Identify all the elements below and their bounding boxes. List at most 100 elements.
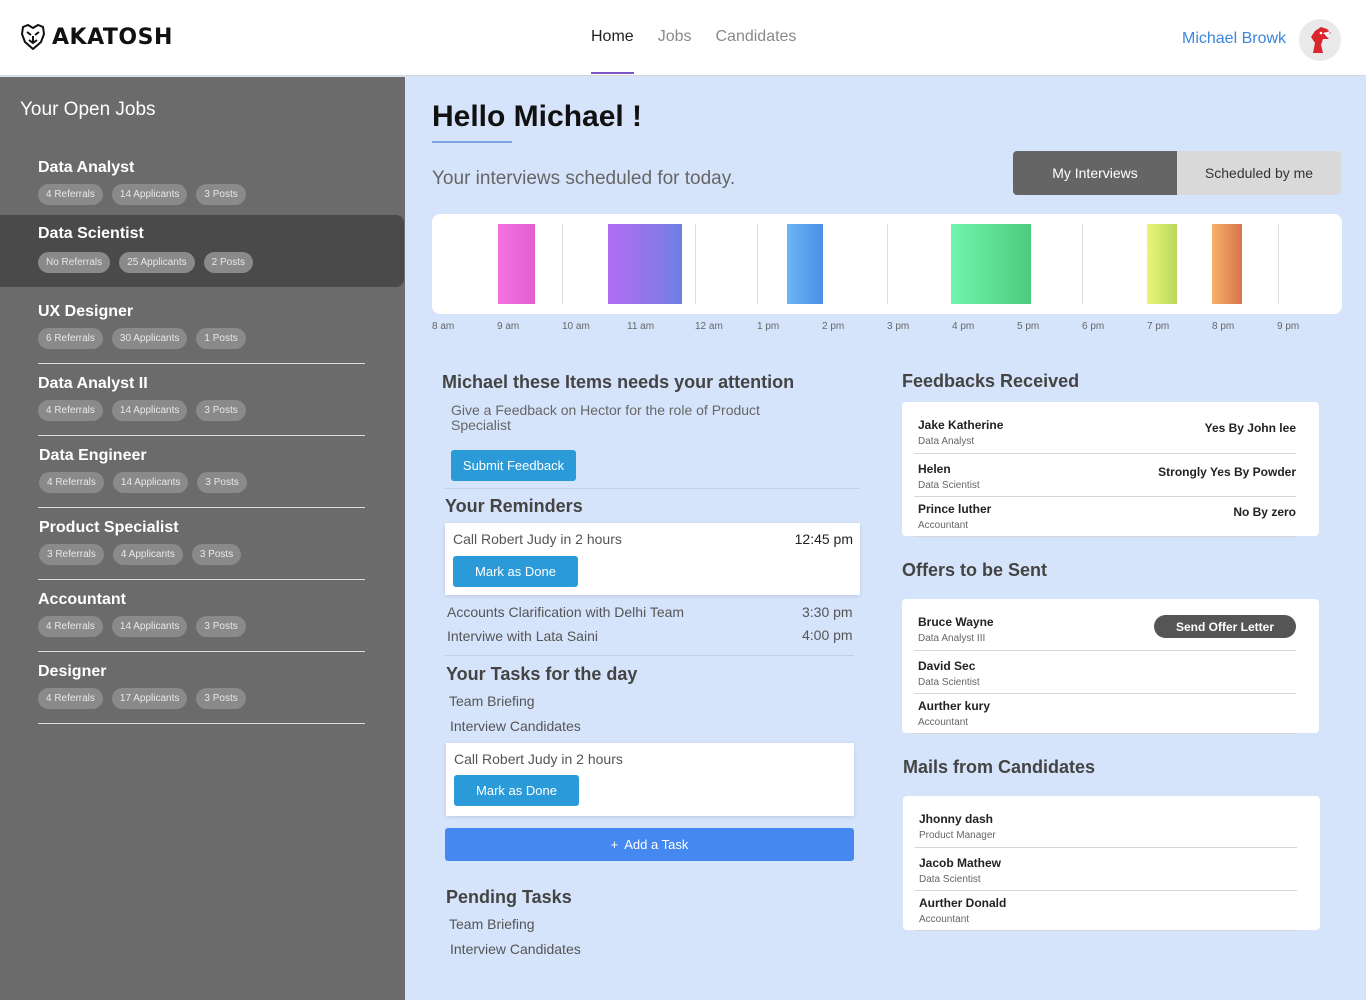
mark-as-done-button[interactable]: Mark as Done bbox=[454, 775, 579, 806]
applicants-badge[interactable]: 14 Applicants bbox=[112, 472, 189, 493]
referrals-badge[interactable]: 3 Referrals bbox=[39, 544, 104, 565]
posts-badge[interactable]: 3 Posts bbox=[191, 544, 242, 565]
scheduled-by-me-button[interactable]: Scheduled by me bbox=[1177, 151, 1341, 195]
candidate-name[interactable]: Jake Katherine bbox=[918, 418, 1003, 432]
referrals-badge[interactable]: 4 Referrals bbox=[38, 688, 103, 709]
job-item-data-engineer[interactable]: Data Engineer 4 Referrals 14 Applicants … bbox=[0, 436, 405, 508]
referrals-badge[interactable]: 4 Referrals bbox=[38, 400, 103, 421]
posts-badge[interactable]: 3 Posts bbox=[196, 184, 246, 205]
timeline-label: 6 pm bbox=[1082, 321, 1105, 332]
job-title: Product Specialist bbox=[39, 519, 179, 536]
send-offer-letter-button[interactable]: Send Offer Letter bbox=[1154, 615, 1296, 638]
task-item[interactable]: Team Briefing bbox=[449, 693, 535, 709]
pending-item[interactable]: Interview Candidates bbox=[450, 941, 581, 957]
job-item-accountant[interactable]: Accountant 4 Referrals 14 Applicants 3 P… bbox=[0, 580, 405, 652]
posts-badge[interactable]: 3 Posts bbox=[197, 472, 247, 493]
candidate-name[interactable]: Jhonny dash bbox=[919, 812, 993, 826]
job-item-ux-designer[interactable]: UX Designer 6 Referrals 30 Applicants 1 … bbox=[0, 292, 405, 364]
candidate-name[interactable]: Helen bbox=[918, 462, 951, 476]
attention-text: Give a Feedback on Hector for the role o… bbox=[451, 402, 760, 433]
feedbacks-title: Feedbacks Received bbox=[902, 371, 1080, 391]
referrals-badge[interactable]: No Referrals bbox=[38, 252, 111, 273]
applicants-badge[interactable]: 14 Applicants bbox=[111, 616, 188, 637]
interview-block[interactable] bbox=[1212, 224, 1242, 304]
offers-title: Offers to be Sent bbox=[902, 560, 1048, 580]
referrals-badge[interactable]: 4 Referrals bbox=[39, 472, 104, 493]
applicants-badge[interactable]: 25 Applicants bbox=[119, 252, 195, 273]
candidate-role: Data Scientist bbox=[918, 480, 980, 491]
task-item[interactable]: Interview Candidates bbox=[450, 718, 581, 734]
candidate-name[interactable]: David Sec bbox=[918, 659, 975, 673]
tiger-logo-icon bbox=[20, 24, 46, 50]
reminder-item[interactable]: Accounts Clarification with Delhi Team bbox=[447, 604, 684, 620]
posts-badge[interactable]: 3 Posts bbox=[196, 688, 246, 709]
mails-title: Mails from Candidates bbox=[903, 757, 1096, 777]
interview-block[interactable] bbox=[951, 224, 1031, 304]
timeline-label: 1 pm bbox=[757, 321, 780, 332]
applicants-badge[interactable]: 17 Applicants bbox=[111, 688, 188, 709]
plus-icon: + bbox=[610, 837, 619, 852]
applicants-badge[interactable]: 14 Applicants bbox=[111, 400, 188, 421]
reminders-title: Your Reminders bbox=[445, 496, 583, 516]
interview-block[interactable] bbox=[787, 224, 823, 304]
interview-block[interactable] bbox=[1147, 224, 1177, 304]
referrals-badge[interactable]: 4 Referrals bbox=[38, 184, 103, 205]
interview-block[interactable] bbox=[498, 224, 535, 304]
divider bbox=[914, 693, 1296, 694]
reminder-text: Call Robert Judy in 2 hours bbox=[453, 531, 622, 547]
brand-logo[interactable]: AKATOSH bbox=[20, 24, 173, 50]
pending-item[interactable]: Team Briefing bbox=[449, 916, 535, 932]
candidate-role: Data Analyst III bbox=[918, 633, 986, 644]
job-item-data-analyst-ii[interactable]: Data Analyst II 4 Referrals 14 Applicant… bbox=[0, 364, 405, 436]
job-item-designer[interactable]: Designer 4 Referrals 17 Applicants 3 Pos… bbox=[0, 652, 405, 724]
timeline-label: 3 pm bbox=[887, 321, 910, 332]
job-item-data-analyst[interactable]: Data Analyst 4 Referrals 14 Applicants 3… bbox=[0, 148, 405, 220]
timeline-label: 10 am bbox=[562, 321, 590, 332]
job-title: Data Analyst bbox=[38, 159, 135, 176]
open-jobs-sidebar: Your Open Jobs Data Analyst 4 Referrals … bbox=[0, 77, 405, 1000]
divider bbox=[915, 930, 1297, 931]
timeline-gridline bbox=[757, 224, 758, 304]
posts-badge[interactable]: 2 Posts bbox=[203, 252, 253, 273]
page-title: Hello Michael ! bbox=[432, 100, 643, 133]
timeline-label: 4 pm bbox=[952, 321, 975, 332]
timeline-gridline bbox=[887, 224, 888, 304]
timeline-label: 8 am bbox=[432, 321, 455, 332]
candidate-name[interactable]: Jacob Mathew bbox=[919, 856, 1001, 870]
timeline-label: 8 pm bbox=[1212, 321, 1235, 332]
mark-as-done-button[interactable]: Mark as Done bbox=[453, 556, 578, 587]
job-item-data-scientist[interactable]: Data Scientist No Referrals 25 Applicant… bbox=[0, 215, 404, 287]
candidate-role: Data Scientist bbox=[918, 677, 980, 688]
candidate-role: Accountant bbox=[918, 520, 969, 531]
candidate-name[interactable]: Aurther kury bbox=[918, 699, 990, 713]
posts-badge[interactable]: 3 Posts bbox=[196, 400, 246, 421]
divider bbox=[915, 890, 1297, 891]
reminder-item[interactable]: Interviwe with Lata Saini bbox=[447, 628, 598, 644]
avatar[interactable] bbox=[1299, 19, 1341, 61]
timeline-gridline bbox=[695, 224, 696, 304]
candidate-name[interactable]: Prince luther bbox=[918, 502, 991, 516]
nav-candidates[interactable]: Candidates bbox=[715, 0, 796, 74]
candidate-name[interactable]: Aurther Donald bbox=[919, 896, 1006, 910]
my-interviews-button[interactable]: My Interviews bbox=[1013, 151, 1177, 195]
add-task-button[interactable]: + Add a Task bbox=[445, 828, 854, 861]
applicants-badge[interactable]: 30 Applicants bbox=[111, 328, 188, 349]
posts-badge[interactable]: 3 Posts bbox=[196, 616, 246, 637]
job-title: Data Analyst II bbox=[38, 375, 148, 392]
divider bbox=[914, 733, 1296, 734]
job-item-product-specialist[interactable]: Product Specialist 3 Referrals 4 Applica… bbox=[0, 508, 405, 580]
candidate-name[interactable]: Bruce Wayne bbox=[918, 615, 994, 629]
add-task-label: Add a Task bbox=[624, 837, 689, 852]
referrals-badge[interactable]: 4 Referrals bbox=[38, 616, 103, 637]
applicants-badge[interactable]: 4 Applicants bbox=[112, 544, 183, 565]
divider bbox=[914, 496, 1296, 497]
user-name-link[interactable]: Michael Browk bbox=[1182, 30, 1286, 48]
posts-badge[interactable]: 1 Posts bbox=[196, 328, 246, 349]
submit-feedback-button[interactable]: Submit Feedback bbox=[451, 450, 576, 481]
interview-block[interactable] bbox=[608, 224, 682, 304]
referrals-badge[interactable]: 6 Referrals bbox=[38, 328, 103, 349]
nav-jobs[interactable]: Jobs bbox=[658, 0, 692, 74]
applicants-badge[interactable]: 14 Applicants bbox=[111, 184, 188, 205]
nav-home[interactable]: Home bbox=[591, 0, 634, 74]
timeline-label: 9 am bbox=[497, 321, 520, 332]
